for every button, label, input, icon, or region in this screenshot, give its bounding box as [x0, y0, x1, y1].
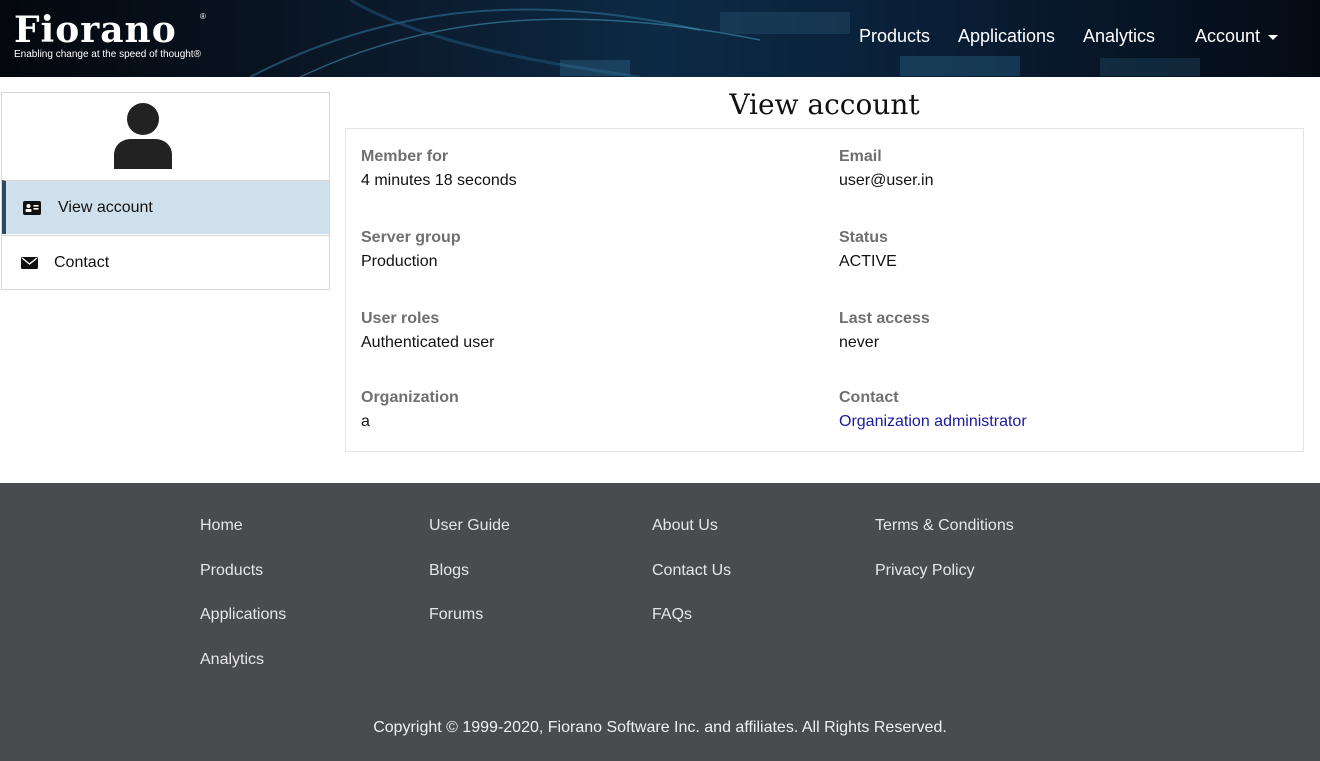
field-server-group: Server group Production	[361, 228, 461, 272]
logo-tagline: Enabling change at the speed of thought®	[14, 49, 201, 60]
field-value: ACTIVE	[839, 253, 897, 270]
footer-link-products[interactable]: Products	[200, 562, 263, 580]
footer-link-terms[interactable]: Terms & Conditions	[875, 517, 1014, 535]
caret-down-icon	[1268, 34, 1279, 40]
site-header: Fiorano ® Enabling change at the speed o…	[0, 0, 1320, 77]
field-label: Member for	[361, 148, 449, 165]
field-label: Email	[839, 148, 882, 165]
sidebar-item-contact[interactable]: Contact	[2, 235, 329, 289]
envelope-icon	[21, 256, 38, 269]
field-status: Status ACTIVE	[839, 228, 897, 272]
field-user-roles: User roles Authenticated user	[361, 309, 494, 353]
fiorano-logo[interactable]: Fiorano ® Enabling change at the speed o…	[14, 10, 214, 65]
field-value: a	[361, 413, 370, 430]
sidebar-item-label: View account	[58, 198, 153, 216]
field-label: Contact	[839, 389, 899, 406]
page-title: View account	[729, 88, 920, 121]
field-last-access: Last access never	[839, 309, 930, 353]
field-member-for: Member for 4 minutes 18 seconds	[361, 147, 517, 191]
sidebar-item-view-account[interactable]: View account	[2, 180, 329, 234]
field-value: Authenticated user	[361, 334, 495, 351]
field-label: Last access	[839, 310, 930, 327]
field-email: Email user@user.in	[839, 147, 934, 191]
footer-link-blogs[interactable]: Blogs	[429, 562, 469, 580]
field-contact: Contact Organization administrator	[839, 388, 1027, 432]
account-details-panel: Member for 4 minutes 18 seconds Email us…	[345, 128, 1304, 452]
field-value: never	[839, 334, 880, 351]
field-value: 4 minutes 18 seconds	[361, 172, 517, 189]
sidebar-item-label: Contact	[54, 253, 110, 271]
footer-link-home[interactable]: Home	[200, 517, 243, 535]
logo-wordmark: Fiorano	[14, 9, 177, 51]
nav-applications[interactable]: Applications	[958, 26, 1055, 47]
field-organization: Organization a	[361, 388, 459, 432]
field-value: Production	[361, 253, 438, 270]
footer-link-user-guide[interactable]: User Guide	[429, 517, 510, 535]
site-footer: Home Products Applications Analytics Use…	[0, 483, 1320, 761]
footer-link-privacy-policy[interactable]: Privacy Policy	[875, 562, 975, 580]
field-label: Server group	[361, 229, 461, 246]
field-label: User roles	[361, 310, 440, 327]
nav-account-label: Account	[1195, 26, 1261, 46]
copyright-text: Copyright © 1999-2020, Fiorano Software …	[373, 719, 947, 736]
logo-registered-mark: ®	[200, 12, 206, 21]
field-label: Status	[839, 229, 888, 246]
field-value: user@user.in	[839, 172, 934, 189]
footer-link-about-us[interactable]: About Us	[652, 517, 718, 535]
nav-analytics[interactable]: Analytics	[1083, 26, 1155, 47]
nav-products[interactable]: Products	[859, 26, 930, 47]
footer-link-faqs[interactable]: FAQs	[652, 606, 692, 624]
organization-administrator-link[interactable]: Organization administrator	[839, 412, 1027, 432]
field-label: Organization	[361, 389, 459, 406]
account-sidebar: View account Contact	[1, 92, 330, 290]
nav-account-dropdown[interactable]: Account	[1195, 26, 1279, 47]
id-card-icon	[23, 200, 41, 215]
footer-link-forums[interactable]: Forums	[429, 606, 483, 624]
user-avatar-icon	[114, 103, 172, 169]
footer-link-contact-us[interactable]: Contact Us	[652, 562, 731, 580]
footer-link-analytics[interactable]: Analytics	[200, 651, 264, 669]
footer-link-applications[interactable]: Applications	[200, 606, 286, 624]
